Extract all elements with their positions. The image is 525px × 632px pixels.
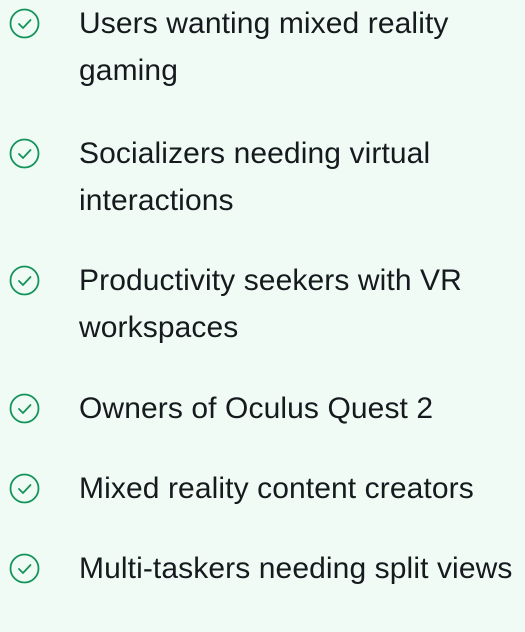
- audience-list: Users wanting mixed reality gaming Socia…: [0, 0, 525, 632]
- list-item-label: Productivity seekers with VR workspaces: [79, 264, 462, 344]
- check-circle-icon: [9, 265, 40, 296]
- list-item-label: Multi-taskers needing split views: [79, 552, 513, 585]
- list-item-label: Owners of Oculus Quest 2: [79, 392, 434, 425]
- list-item-label: Socializers needing virtual interactions: [79, 137, 431, 217]
- check-circle-icon: [9, 553, 40, 584]
- check-circle-icon: [9, 8, 40, 39]
- list-item-label: Mixed reality content creators: [79, 472, 474, 505]
- list-item-label: Users wanting mixed reality gaming: [79, 7, 449, 87]
- check-circle-icon: [9, 138, 40, 169]
- check-circle-icon: [9, 393, 40, 424]
- check-circle-icon: [9, 473, 40, 504]
